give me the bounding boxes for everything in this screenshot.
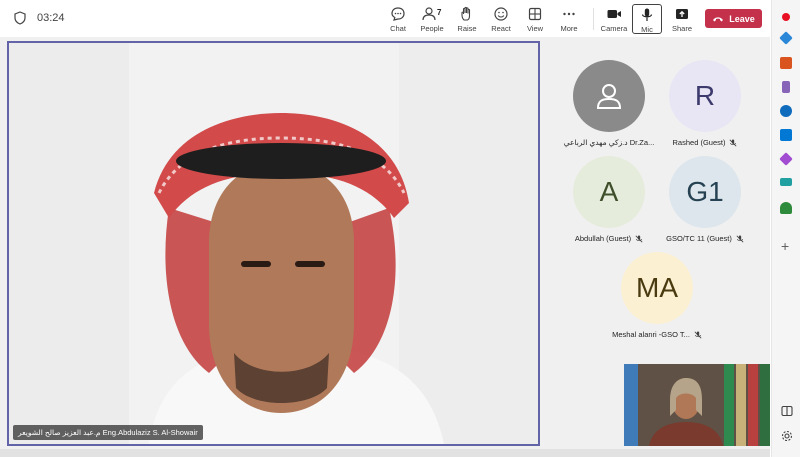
participant-avatar: R (669, 60, 741, 132)
app-rail: + (771, 0, 800, 457)
participant-tile[interactable]: G1 GSO/TC 11 (Guest) (655, 156, 755, 243)
tag-app-icon[interactable] (779, 31, 793, 45)
view-button[interactable]: View (518, 4, 552, 34)
participant-avatar (573, 60, 645, 132)
participant-avatar: G1 (669, 156, 741, 228)
participant-avatar: MA (621, 252, 693, 324)
power-app-icon[interactable] (779, 152, 793, 166)
figure-app-icon[interactable] (782, 81, 790, 93)
leave-button[interactable]: Leave (705, 9, 762, 28)
participant-tile[interactable]: A Abdullah (Guest) (559, 156, 659, 243)
participant-tile[interactable]: MA Meshal alanri -GSO T... (607, 252, 707, 339)
bottom-edge (0, 449, 770, 457)
participant-initials: A (599, 176, 619, 207)
raise-hand-icon (461, 6, 471, 21)
meeting-toolbar: 03:24 Chat 7 People Raise React View Mor… (0, 0, 770, 36)
share-button[interactable]: Share (665, 4, 699, 34)
raise-label: Raise (457, 24, 477, 33)
mic-off-icon (635, 235, 643, 242)
meeting-stage: م.عبد العزيز صالح الشويعر Eng.Abdulaziz … (0, 37, 770, 457)
mic-label: Mic (641, 25, 653, 34)
toolbox-app-icon[interactable] (780, 57, 792, 69)
smiley-icon (494, 7, 508, 21)
recording-dot-icon (782, 13, 790, 21)
participant-tile[interactable]: د.زكي مهدي الرباعي Dr.Za... (559, 60, 659, 147)
self-view-video-image (624, 364, 770, 446)
toolbar-divider (593, 8, 594, 30)
copilot-app-icon[interactable] (780, 105, 792, 117)
grid-view-icon (528, 7, 542, 21)
speaker-video-image (9, 43, 538, 444)
people-label: People (420, 24, 444, 33)
share-label: Share (671, 24, 692, 33)
raise-hand-button[interactable]: Raise (450, 4, 484, 34)
participant-initials: MA (636, 272, 678, 303)
more-label: More (560, 24, 578, 33)
mic-off-icon (694, 331, 702, 338)
people-button[interactable]: 7 People (415, 4, 449, 34)
outlook-app-icon[interactable] (780, 129, 792, 141)
participant-tile[interactable]: R Rashed (Guest) (655, 60, 755, 147)
main-video-tile[interactable]: م.عبد العزيز صالح الشويعر Eng.Abdulaziz … (7, 41, 540, 446)
react-button[interactable]: React (484, 4, 518, 34)
side-panel-icon[interactable] (781, 405, 793, 417)
approvals-app-icon[interactable] (780, 178, 792, 186)
microphone-icon (641, 8, 653, 21)
participant-initials: G1 (686, 176, 724, 207)
more-icon (563, 12, 575, 16)
chat-label: Chat (390, 24, 406, 33)
participant-name: Rashed (Guest) (672, 138, 726, 147)
speaker-name-tag: م.عبد العزيز صالح الشويعر Eng.Abdulaziz … (13, 425, 203, 440)
leave-label: Leave (729, 13, 755, 24)
mic-button[interactable]: Mic (632, 4, 662, 34)
camera-icon (607, 10, 621, 18)
person-icon (596, 84, 622, 109)
participant-initials: R (694, 80, 716, 111)
participant-name: Meshal alanri -GSO T... (612, 330, 690, 339)
chat-icon (391, 7, 405, 21)
participant-name: GSO/TC 11 (Guest) (666, 234, 732, 243)
participant-name: Abdullah (Guest) (574, 234, 632, 243)
hang-up-icon (713, 16, 724, 21)
share-icon (676, 9, 688, 19)
mic-off-icon (736, 235, 744, 242)
shield-icon[interactable] (14, 11, 26, 25)
camera-label: Camera (600, 24, 628, 33)
participant-avatar: A (573, 156, 645, 228)
participant-name: د.زكي مهدي الرباعي Dr.Za... (563, 138, 655, 147)
mic-off-icon (729, 139, 737, 146)
tree-app-icon[interactable] (780, 202, 792, 214)
view-label: View (526, 24, 544, 33)
react-label: React (491, 24, 511, 33)
people-count: 7 (437, 8, 442, 17)
meeting-timer: 03:24 (37, 12, 65, 24)
settings-gear-icon[interactable] (781, 430, 793, 442)
chat-button[interactable]: Chat (381, 4, 415, 34)
add-app-icon[interactable]: + (781, 239, 789, 253)
more-button[interactable]: More (552, 4, 586, 34)
self-view-tile[interactable] (624, 364, 770, 446)
camera-button[interactable]: Camera (597, 4, 631, 34)
